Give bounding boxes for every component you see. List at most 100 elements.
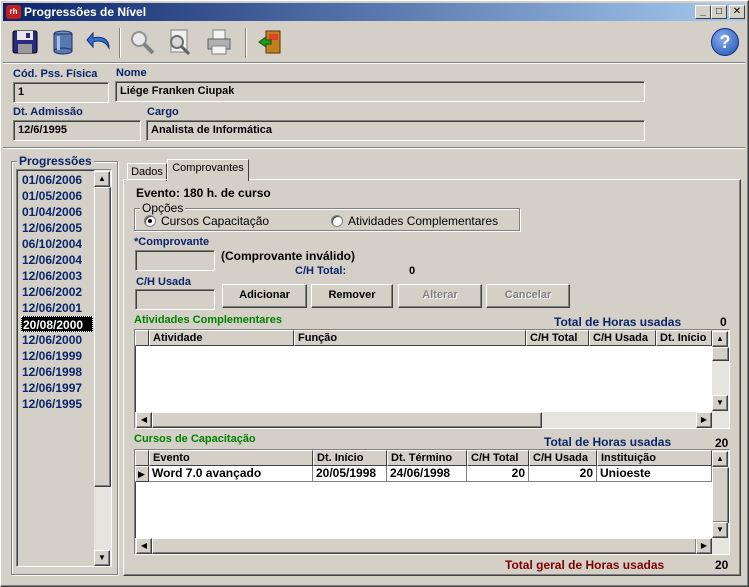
save-icon xyxy=(12,30,38,54)
scroll-up-button[interactable]: ▲ xyxy=(712,451,728,467)
preview-button[interactable] xyxy=(162,26,196,58)
radio-cursos[interactable] xyxy=(144,215,156,227)
progressao-item[interactable]: 12/06/2004 xyxy=(21,252,82,268)
progressoes-list[interactable]: 01/06/2006 01/05/2006 01/04/2006 12/06/2005… xyxy=(16,169,112,567)
scroll-right-button[interactable]: ▶ xyxy=(696,412,712,428)
cell-ch-usada[interactable]: 20 xyxy=(529,466,597,482)
radio-atividades[interactable] xyxy=(331,215,343,227)
progressao-item[interactable]: 20/08/2000 xyxy=(21,316,93,332)
col-ch-total[interactable]: C/H Total xyxy=(526,330,589,346)
adicionar-button[interactable]: Adicionar xyxy=(222,284,307,308)
scroll-down-button[interactable]: ▼ xyxy=(94,550,110,566)
atividades-grid[interactable]: Atividade Função C/H Total C/H Usada Dt.… xyxy=(134,329,730,429)
comprovante-field[interactable] xyxy=(135,250,215,271)
col-atividade[interactable]: Atividade xyxy=(149,330,294,346)
progressao-item[interactable]: 06/10/2004 xyxy=(21,236,82,252)
scroll-thumb[interactable] xyxy=(712,347,729,361)
cargo-field[interactable]: Analista de Informática xyxy=(146,120,645,141)
cod-field[interactable]: 1 xyxy=(13,82,109,103)
comprovante-label: *Comprovante xyxy=(134,236,210,248)
total-geral-value: 20 xyxy=(715,558,729,572)
database-button[interactable] xyxy=(46,26,80,58)
alterar-button[interactable]: Alterar xyxy=(398,284,482,308)
cursos-grid[interactable]: Evento Dt. Início Dt. Término C/H Total … xyxy=(134,449,730,555)
col-instituicao[interactable]: Instituição xyxy=(597,450,712,466)
opcoes-label: Opções xyxy=(140,201,186,215)
scroll-left-button[interactable]: ◀ xyxy=(136,538,152,554)
progressao-item[interactable]: 12/06/2002 xyxy=(21,284,82,300)
tab-comprovantes[interactable]: Comprovantes xyxy=(167,159,249,181)
nome-field[interactable]: Liége Franken Ciupak xyxy=(115,81,645,102)
scroll-right-button[interactable]: ▶ xyxy=(696,538,712,554)
progressoes-label: Progressões xyxy=(17,154,94,168)
ch-usada-field[interactable] xyxy=(135,289,215,310)
toolbar-separator xyxy=(245,28,247,58)
ch-usada-label: C/H Usada xyxy=(136,276,192,288)
database-icon xyxy=(53,30,73,55)
col-ch-usada[interactable]: C/H Usada xyxy=(529,450,597,466)
col-dt-inicio[interactable]: Dt. Início xyxy=(313,450,387,466)
progressao-item[interactable]: 12/06/2005 xyxy=(21,220,82,236)
admissao-field[interactable]: 12/6/1995 xyxy=(13,120,141,141)
scroll-down-button[interactable]: ▼ xyxy=(712,395,728,411)
title-bar[interactable]: rh Progressões de Nível _ □ ✕ xyxy=(3,3,745,21)
progressao-item[interactable]: 12/06/2000 xyxy=(21,332,82,348)
col-dt-inicio[interactable]: Dt. Início xyxy=(656,330,712,346)
undo-button[interactable] xyxy=(82,26,116,58)
exit-button[interactable] xyxy=(254,26,288,58)
progressao-item[interactable]: 12/06/1995 xyxy=(21,396,82,412)
ch-total-label: C/H Total: xyxy=(295,265,347,277)
undo-icon xyxy=(86,31,110,50)
scroll-down-button[interactable]: ▼ xyxy=(712,522,728,538)
maximize-button[interactable]: □ xyxy=(711,5,727,19)
cod-label: Cód. Pss. Física xyxy=(13,68,98,80)
atividades-total-label: Total de Horas usadas xyxy=(554,315,682,329)
minimize-button[interactable]: _ xyxy=(695,5,711,19)
cursos-title: Cursos de Capacitação xyxy=(134,433,256,445)
scroll-thumb[interactable] xyxy=(712,467,729,523)
save-button[interactable] xyxy=(8,26,42,58)
progressao-item[interactable]: 12/06/2003 xyxy=(21,268,82,284)
progressao-item[interactable]: 12/06/1997 xyxy=(21,380,82,396)
cell-ch-total[interactable]: 20 xyxy=(467,466,529,482)
cancelar-button[interactable]: Cancelar xyxy=(486,284,570,308)
col-evento[interactable]: Evento xyxy=(149,450,313,466)
scroll-thumb[interactable] xyxy=(152,412,542,428)
col-ch-total[interactable]: C/H Total xyxy=(467,450,529,466)
col-funcao[interactable]: Função xyxy=(294,330,526,346)
total-geral-label: Total geral de Horas usadas xyxy=(505,558,665,572)
scroll-up-button[interactable]: ▲ xyxy=(712,331,728,347)
grid-indicator-header xyxy=(135,450,149,466)
cell-dt-inicio[interactable]: 20/05/1998 xyxy=(313,466,387,482)
radio-cursos-label: Cursos Capacitação xyxy=(161,214,270,228)
progressao-item[interactable]: 12/06/1999 xyxy=(21,348,82,364)
toolbar-divider xyxy=(3,62,745,64)
toolbar-separator xyxy=(119,28,121,58)
cell-instituicao[interactable]: Unioeste xyxy=(597,466,712,482)
scroll-up-button[interactable]: ▲ xyxy=(94,171,110,187)
scroll-left-button[interactable]: ◀ xyxy=(136,412,152,428)
scroll-thumb[interactable] xyxy=(152,538,697,554)
window-title: Progressões de Nível xyxy=(24,5,147,19)
print-icon xyxy=(207,29,231,55)
search-button[interactable] xyxy=(125,26,159,58)
progressao-item[interactable]: 01/04/2006 xyxy=(21,204,82,220)
section-divider xyxy=(3,147,745,149)
progressao-item[interactable]: 01/06/2006 xyxy=(21,172,82,188)
cell-evento[interactable]: Word 7.0 avançado xyxy=(149,466,313,482)
help-button[interactable]: ? xyxy=(711,28,739,56)
remover-button[interactable]: Remover xyxy=(311,284,393,308)
col-ch-usada[interactable]: C/H Usada xyxy=(589,330,656,346)
app-icon: rh xyxy=(6,5,21,19)
print-button[interactable] xyxy=(202,26,236,58)
close-button[interactable]: ✕ xyxy=(729,5,745,19)
col-dt-termino[interactable]: Dt. Término xyxy=(387,450,467,466)
progressao-item[interactable]: 12/06/1998 xyxy=(21,364,82,380)
cursos-total-label: Total de Horas usadas xyxy=(544,435,672,449)
preview-icon xyxy=(170,29,191,56)
cell-dt-termino[interactable]: 24/06/1998 xyxy=(387,466,467,482)
progressao-item[interactable]: 12/06/2001 xyxy=(21,300,82,316)
scroll-thumb[interactable] xyxy=(94,187,111,487)
row-indicator-icon: ▶ xyxy=(135,466,149,482)
progressao-item[interactable]: 01/05/2006 xyxy=(21,188,82,204)
